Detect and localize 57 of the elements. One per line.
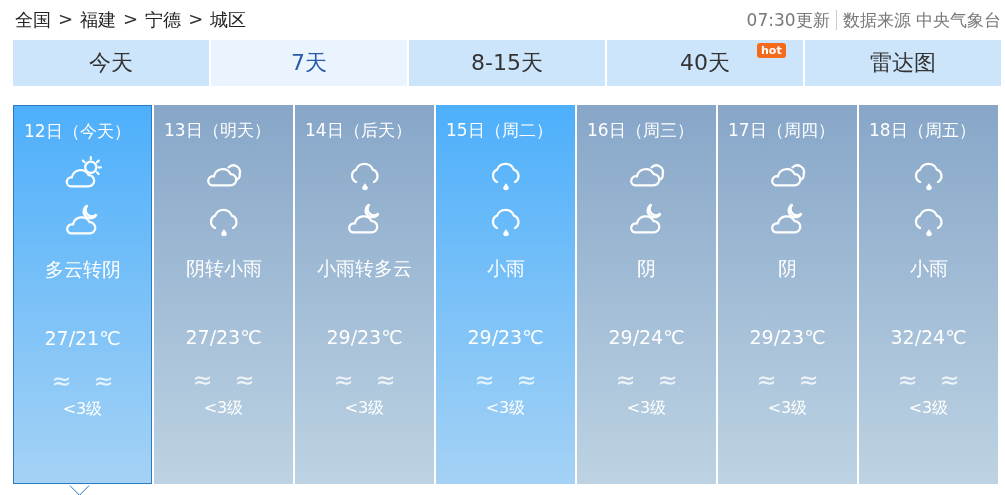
wind-direction: ≈ xyxy=(516,366,537,394)
wind-direction: ≈ xyxy=(756,366,777,394)
temperature: 27/21℃ xyxy=(44,327,121,349)
breadcrumb-separator: > xyxy=(58,8,74,31)
wind-direction: ≈ xyxy=(234,366,255,394)
breadcrumb-link[interactable]: 宁德 xyxy=(145,8,182,32)
temperature: 29/24℃ xyxy=(608,326,685,348)
wind-level: <3级 xyxy=(767,398,808,419)
day-date: 13日（明天） xyxy=(164,119,271,142)
tab[interactable]: 雷达图 xyxy=(805,40,1001,86)
day-date: 17日（周四） xyxy=(728,119,835,142)
wind-direction: ≈ xyxy=(474,366,495,394)
day-date: 16日（周三） xyxy=(587,119,694,142)
day-date: 12日（今天） xyxy=(24,120,131,143)
wind-direction: ≈ xyxy=(657,366,678,394)
weather-text: 阴转小雨 xyxy=(185,256,262,281)
wind-direction: ≈ xyxy=(375,366,396,394)
wind-direction: ≈ xyxy=(192,366,213,394)
temperature: 29/23℃ xyxy=(467,326,544,348)
wind-level: <3级 xyxy=(344,398,385,419)
wind-direction: ≈ xyxy=(51,367,72,395)
wind-direction: ≈ xyxy=(615,366,636,394)
data-source: 数据来源 中央气象台 xyxy=(842,8,1001,32)
wind-level: <3级 xyxy=(485,398,526,419)
wind-level: <3级 xyxy=(203,398,244,419)
wind-level: <3级 xyxy=(62,399,103,420)
tab[interactable]: 7天 xyxy=(211,40,407,86)
weather-text: 小雨 xyxy=(486,256,525,281)
wind-direction: ≈ xyxy=(333,366,354,394)
wind-direction: ≈ xyxy=(798,366,819,394)
tab[interactable]: 8-15天 xyxy=(409,40,605,86)
breadcrumb-link[interactable]: 福建 xyxy=(80,8,117,32)
wind-direction: ≈ xyxy=(897,366,918,394)
temperature: 29/23℃ xyxy=(326,326,403,348)
breadcrumb-separator: > xyxy=(123,8,139,31)
weather-text: 阴 xyxy=(778,256,797,281)
weather-text: 小雨 xyxy=(909,256,948,281)
temperature: 32/24℃ xyxy=(890,326,967,348)
breadcrumb-separator: > xyxy=(188,8,204,31)
day-date: 18日（周五） xyxy=(869,119,976,142)
tab[interactable]: 40天 hot xyxy=(607,40,803,86)
weather-text: 多云转阴 xyxy=(44,257,121,282)
weather-text: 小雨转多云 xyxy=(317,256,412,281)
day-date: 15日（周二） xyxy=(446,119,553,142)
breadcrumb-link[interactable]: 城区 xyxy=(210,8,247,32)
breadcrumb-link[interactable]: 全国 xyxy=(15,8,51,32)
day-date: 14日（后天） xyxy=(305,119,412,142)
temperature: 29/23℃ xyxy=(749,326,826,348)
wind-level: <3级 xyxy=(908,398,949,419)
wind-level: <3级 xyxy=(626,398,667,419)
update-time: 07:30更新 xyxy=(746,8,830,32)
temperature: 27/23℃ xyxy=(185,326,262,348)
hot-badge: hot xyxy=(757,43,786,58)
weather-text: 阴 xyxy=(637,256,656,281)
tab[interactable]: 今天 xyxy=(13,40,209,86)
wind-direction: ≈ xyxy=(939,366,960,394)
wind-direction: ≈ xyxy=(93,367,114,395)
